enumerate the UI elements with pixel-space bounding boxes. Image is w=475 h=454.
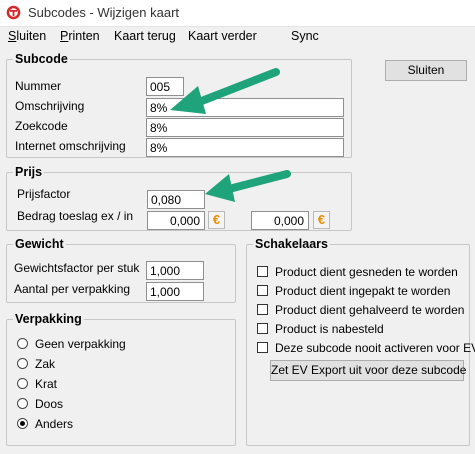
verpakking-group: Verpakking Geen verpakking Zak Krat Doos… (6, 312, 236, 446)
radio-label: Doos (35, 397, 64, 411)
ev-export-button[interactable]: Zet EV Export uit voor deze subcode (270, 360, 466, 381)
sluiten-button[interactable]: Sluiten (385, 60, 467, 81)
euro-icon[interactable]: € (208, 211, 225, 229)
menu-sync[interactable]: Sync (291, 29, 319, 43)
prijsfactor-label: Prijsfactor (17, 187, 71, 201)
omschrijving-label: Omschrijving (15, 99, 85, 113)
internet-omschrijving-field[interactable] (146, 138, 344, 157)
aantal-label: Aantal per verpakking (14, 282, 131, 296)
radio-label: Geen verpakking (35, 337, 126, 351)
checkbox[interactable] (257, 285, 268, 296)
verpakking-legend: Verpakking (15, 312, 82, 326)
radio-button[interactable] (17, 338, 28, 349)
internet-omschrijving-label: Internet omschrijving (15, 139, 126, 153)
schakelaars-group: Schakelaars Product dient gesneden te wo… (246, 237, 475, 446)
aantal-field[interactable] (146, 282, 204, 301)
radio-button[interactable] (17, 378, 28, 389)
prijs-group: Prijs Prijsfactor Bedrag toeslag ex / in… (6, 165, 352, 231)
toeslag-label: Bedrag toeslag ex / in (17, 209, 134, 223)
annotation-arrow-icon (205, 170, 291, 202)
menu-label: Kaart terug (114, 29, 176, 43)
checkbox[interactable] (257, 342, 268, 353)
checkbox[interactable] (257, 323, 268, 334)
radio-label: Anders (35, 417, 74, 431)
radio-button[interactable] (17, 358, 28, 369)
radio-button[interactable] (17, 398, 28, 409)
checkbox-label: Product dient gesneden te worden (275, 265, 458, 279)
gewichtsfactor-field[interactable] (146, 261, 204, 280)
radio-label: Krat (35, 377, 58, 391)
menu-kaart-terug[interactable]: Kaart terug (114, 29, 176, 43)
schakelaars-legend: Schakelaars (255, 237, 328, 251)
prijs-legend: Prijs (15, 165, 43, 179)
nummer-label: Nummer (15, 79, 62, 93)
subcode-legend: Subcode (15, 52, 68, 66)
gewicht-legend: Gewicht (15, 237, 64, 251)
toeslag-ex-field[interactable] (147, 211, 205, 230)
zoekcode-field[interactable] (146, 118, 344, 137)
checkbox-label: Product is nabesteld (275, 322, 384, 336)
menu-bar: Sluiten Printen Kaart terug Kaart verder… (0, 27, 475, 47)
checkbox[interactable] (257, 266, 268, 277)
checkbox[interactable] (257, 304, 268, 315)
menu-printen[interactable]: Printen (60, 29, 100, 43)
prijsfactor-field[interactable] (147, 190, 205, 209)
menu-kaart-verder[interactable]: Kaart verder (188, 29, 257, 43)
window-title: Subcodes - Wijzigen kaart (28, 5, 180, 20)
radio-label: Zak (35, 357, 56, 371)
app-logo-icon (6, 5, 21, 20)
menu-label: luiten (16, 29, 47, 43)
gewicht-group: Gewicht Gewichtsfactor per stuk Aantal p… (6, 237, 236, 303)
menu-sluiten[interactable]: Sluiten (8, 29, 46, 43)
radio-button-selected[interactable] (17, 418, 28, 429)
checkbox-label: Deze subcode nooit activeren voor EV (275, 341, 475, 355)
menu-label: rinten (68, 29, 100, 43)
zoekcode-label: Zoekcode (15, 119, 68, 133)
menu-label: Kaart verder (188, 29, 257, 43)
menu-label: Sync (291, 29, 319, 43)
checkbox-label: Product dient gehalveerd te worden (275, 303, 465, 317)
euro-icon[interactable]: € (313, 211, 330, 229)
annotation-arrow-icon (170, 68, 280, 114)
toeslag-in-field[interactable] (251, 211, 309, 230)
checkbox-label: Product dient ingepakt te worden (275, 284, 451, 298)
gewichtsfactor-label: Gewichtsfactor per stuk (14, 261, 140, 275)
title-bar: Subcodes - Wijzigen kaart (0, 0, 475, 27)
